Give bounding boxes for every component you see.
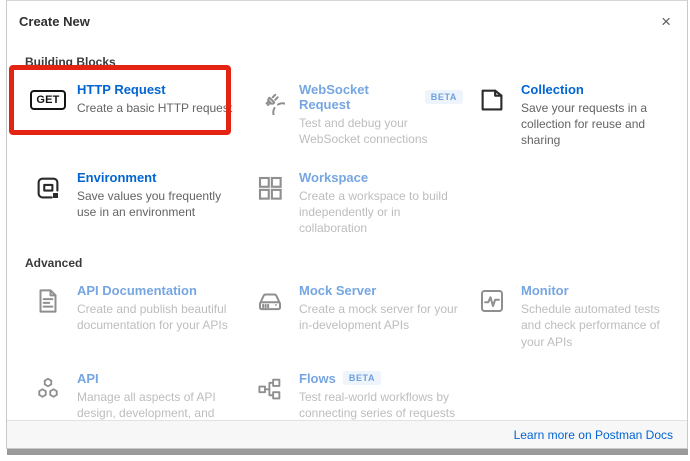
close-icon[interactable]: × xyxy=(661,13,671,30)
monitor-pulse-icon xyxy=(475,284,509,318)
item-collection[interactable]: Collection Save your requests in a colle… xyxy=(463,81,675,149)
dialog-title: Create New xyxy=(19,14,90,29)
dialog-footer: Learn more on Postman Docs xyxy=(7,420,687,448)
screenshot: Create New × Building Blocks GET HTTP Re… xyxy=(0,0,690,461)
item-title: API xyxy=(77,371,99,386)
item-description: Create a basic HTTP request xyxy=(77,100,232,116)
workspace-grid-icon xyxy=(253,171,287,205)
item-title: WebSocket Request xyxy=(299,82,418,112)
create-new-dialog: Create New × Building Blocks GET HTTP Re… xyxy=(6,0,688,449)
building-blocks-grid: GET HTTP Request Create a basic HTTP req… xyxy=(19,81,675,236)
item-description: Schedule automated tests and check perfo… xyxy=(521,301,675,350)
item-websocket-request[interactable]: WebSocket Request BETA Test and debug yo… xyxy=(241,81,463,149)
item-title: HTTP Request xyxy=(77,82,166,97)
item-workspace[interactable]: Workspace Create a workspace to build in… xyxy=(241,169,463,237)
flows-icon xyxy=(253,372,287,406)
item-title: Environment xyxy=(77,170,156,185)
item-http-request[interactable]: GET HTTP Request Create a basic HTTP req… xyxy=(19,81,241,149)
item-description: Test and debug your WebSocket connection… xyxy=(299,115,459,147)
window-bottom-edge xyxy=(7,449,688,455)
item-description: Create a mock server for your in-develop… xyxy=(299,301,459,333)
document-icon xyxy=(31,284,65,318)
server-icon xyxy=(253,284,287,318)
item-title: Workspace xyxy=(299,170,368,185)
item-monitor[interactable]: Monitor Schedule automated tests and che… xyxy=(463,282,675,350)
item-title: Collection xyxy=(521,82,584,97)
get-badge: GET xyxy=(30,90,65,110)
item-description: Create and publish beautiful documentati… xyxy=(77,301,237,333)
collection-file-icon xyxy=(475,83,509,117)
section-label-building-blocks: Building Blocks xyxy=(25,55,675,69)
learn-more-link[interactable]: Learn more on Postman Docs xyxy=(514,428,673,442)
item-mock-server[interactable]: Mock Server Create a mock server for you… xyxy=(241,282,463,350)
beta-badge: BETA xyxy=(343,371,381,385)
environment-icon xyxy=(31,171,65,205)
item-title: API Documentation xyxy=(77,283,197,298)
item-api-documentation[interactable]: API Documentation Create and publish bea… xyxy=(19,282,241,350)
item-title: Mock Server xyxy=(299,283,376,298)
item-description: Save your requests in a collection for r… xyxy=(521,100,675,149)
item-title: Flows xyxy=(299,371,336,386)
websocket-icon xyxy=(253,83,287,117)
get-method-icon: GET xyxy=(31,83,65,117)
beta-badge: BETA xyxy=(425,90,463,104)
section-label-advanced: Advanced xyxy=(25,256,675,270)
item-title: Monitor xyxy=(521,283,569,298)
api-hexagons-icon xyxy=(31,372,65,406)
advanced-grid: API Documentation Create and publish bea… xyxy=(19,282,675,437)
dialog-body: Building Blocks GET HTTP Request Create … xyxy=(7,38,687,461)
item-environment[interactable]: Environment Save values you frequently u… xyxy=(19,169,241,237)
dialog-header: Create New × xyxy=(7,1,687,38)
item-description: Save values you frequently use in an env… xyxy=(77,188,237,220)
item-description: Create a workspace to build independentl… xyxy=(299,188,459,237)
